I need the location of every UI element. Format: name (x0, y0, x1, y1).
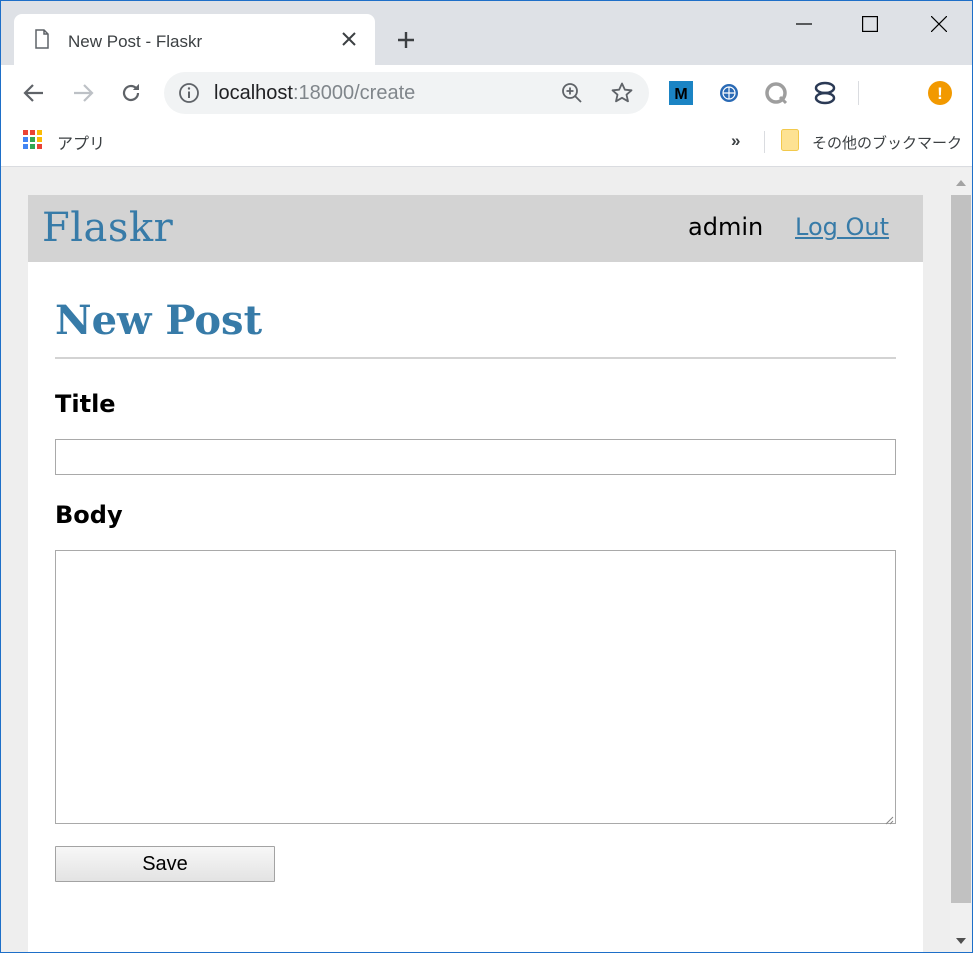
address-bar[interactable]: localhost:18000/create (164, 72, 649, 114)
apps-label: アプリ (57, 134, 106, 153)
url-path: :18000/create (292, 82, 416, 104)
browser-window: New Post - Flaskr localhost:18000/create… (0, 0, 973, 953)
site-nav: Flaskr admin Log Out (28, 195, 923, 262)
apps-grid-icon (23, 129, 43, 155)
page-icon (34, 29, 50, 49)
maximize-icon[interactable] (848, 9, 892, 39)
window-close-icon[interactable] (917, 9, 961, 39)
zoom-in-icon[interactable] (561, 82, 583, 104)
heading-divider (55, 357, 896, 359)
folder-icon (781, 129, 799, 156)
page-viewport: Flaskr admin Log Out New Post Title Body… (1, 168, 950, 952)
scrollbar-thumb[interactable] (951, 195, 971, 903)
new-tab-plus-icon[interactable] (394, 28, 418, 52)
forward-arrow-icon[interactable] (69, 79, 97, 107)
tab-close-icon[interactable] (339, 29, 359, 49)
tab-title: New Post - Flaskr (68, 32, 203, 51)
reload-icon[interactable] (117, 79, 145, 107)
update-alert-icon[interactable]: ! (928, 81, 952, 105)
scroll-down-arrow-icon[interactable] (950, 930, 972, 952)
bookmarks-overflow-chevron[interactable]: » (731, 131, 740, 151)
tab-new-post[interactable]: New Post - Flaskr (14, 14, 375, 65)
other-bookmarks[interactable]: その他のブックマーク (781, 129, 962, 156)
m-extension-icon[interactable]: M (669, 81, 693, 105)
bookmarks-separator (764, 131, 765, 153)
bookmarks-bar: アプリ » その他のブックマーク (1, 121, 972, 167)
page-title: New Post (55, 297, 263, 344)
other-bookmarks-label: その他のブックマーク (812, 134, 963, 152)
bookmark-star-icon[interactable] (610, 81, 634, 105)
q-extension-icon[interactable] (765, 81, 789, 105)
url-host: localhost (214, 82, 293, 104)
url-text[interactable]: localhost:18000/create (214, 82, 415, 105)
globe-extension-icon[interactable] (717, 81, 741, 105)
apps-bookmark[interactable]: アプリ (23, 129, 106, 155)
update-alert-glyph: ! (937, 84, 943, 103)
resize-grip-icon[interactable] (884, 812, 894, 825)
info-icon[interactable] (178, 82, 200, 104)
m-extension-glyph: M (674, 86, 687, 103)
save-button[interactable]: Save (55, 846, 275, 882)
back-arrow-icon[interactable] (20, 79, 48, 107)
tab-strip: New Post - Flaskr (1, 1, 972, 65)
browser-toolbar: localhost:18000/create M ! (1, 65, 972, 121)
page-content: Flaskr admin Log Out New Post Title Body… (28, 195, 923, 952)
nav-username: admin (688, 213, 764, 241)
scroll-up-arrow-icon[interactable] (950, 172, 972, 194)
vertical-scrollbar[interactable] (950, 168, 972, 952)
logout-link[interactable]: Log Out (795, 213, 889, 241)
title-input[interactable] (55, 439, 896, 475)
hourglass-extension-icon[interactable] (813, 81, 837, 105)
toolbar-separator (858, 81, 859, 105)
title-label: Title (55, 390, 116, 418)
body-textarea[interactable] (55, 550, 896, 825)
site-brand[interactable]: Flaskr (42, 205, 173, 251)
body-label: Body (55, 501, 123, 529)
minimize-icon[interactable] (782, 9, 826, 39)
